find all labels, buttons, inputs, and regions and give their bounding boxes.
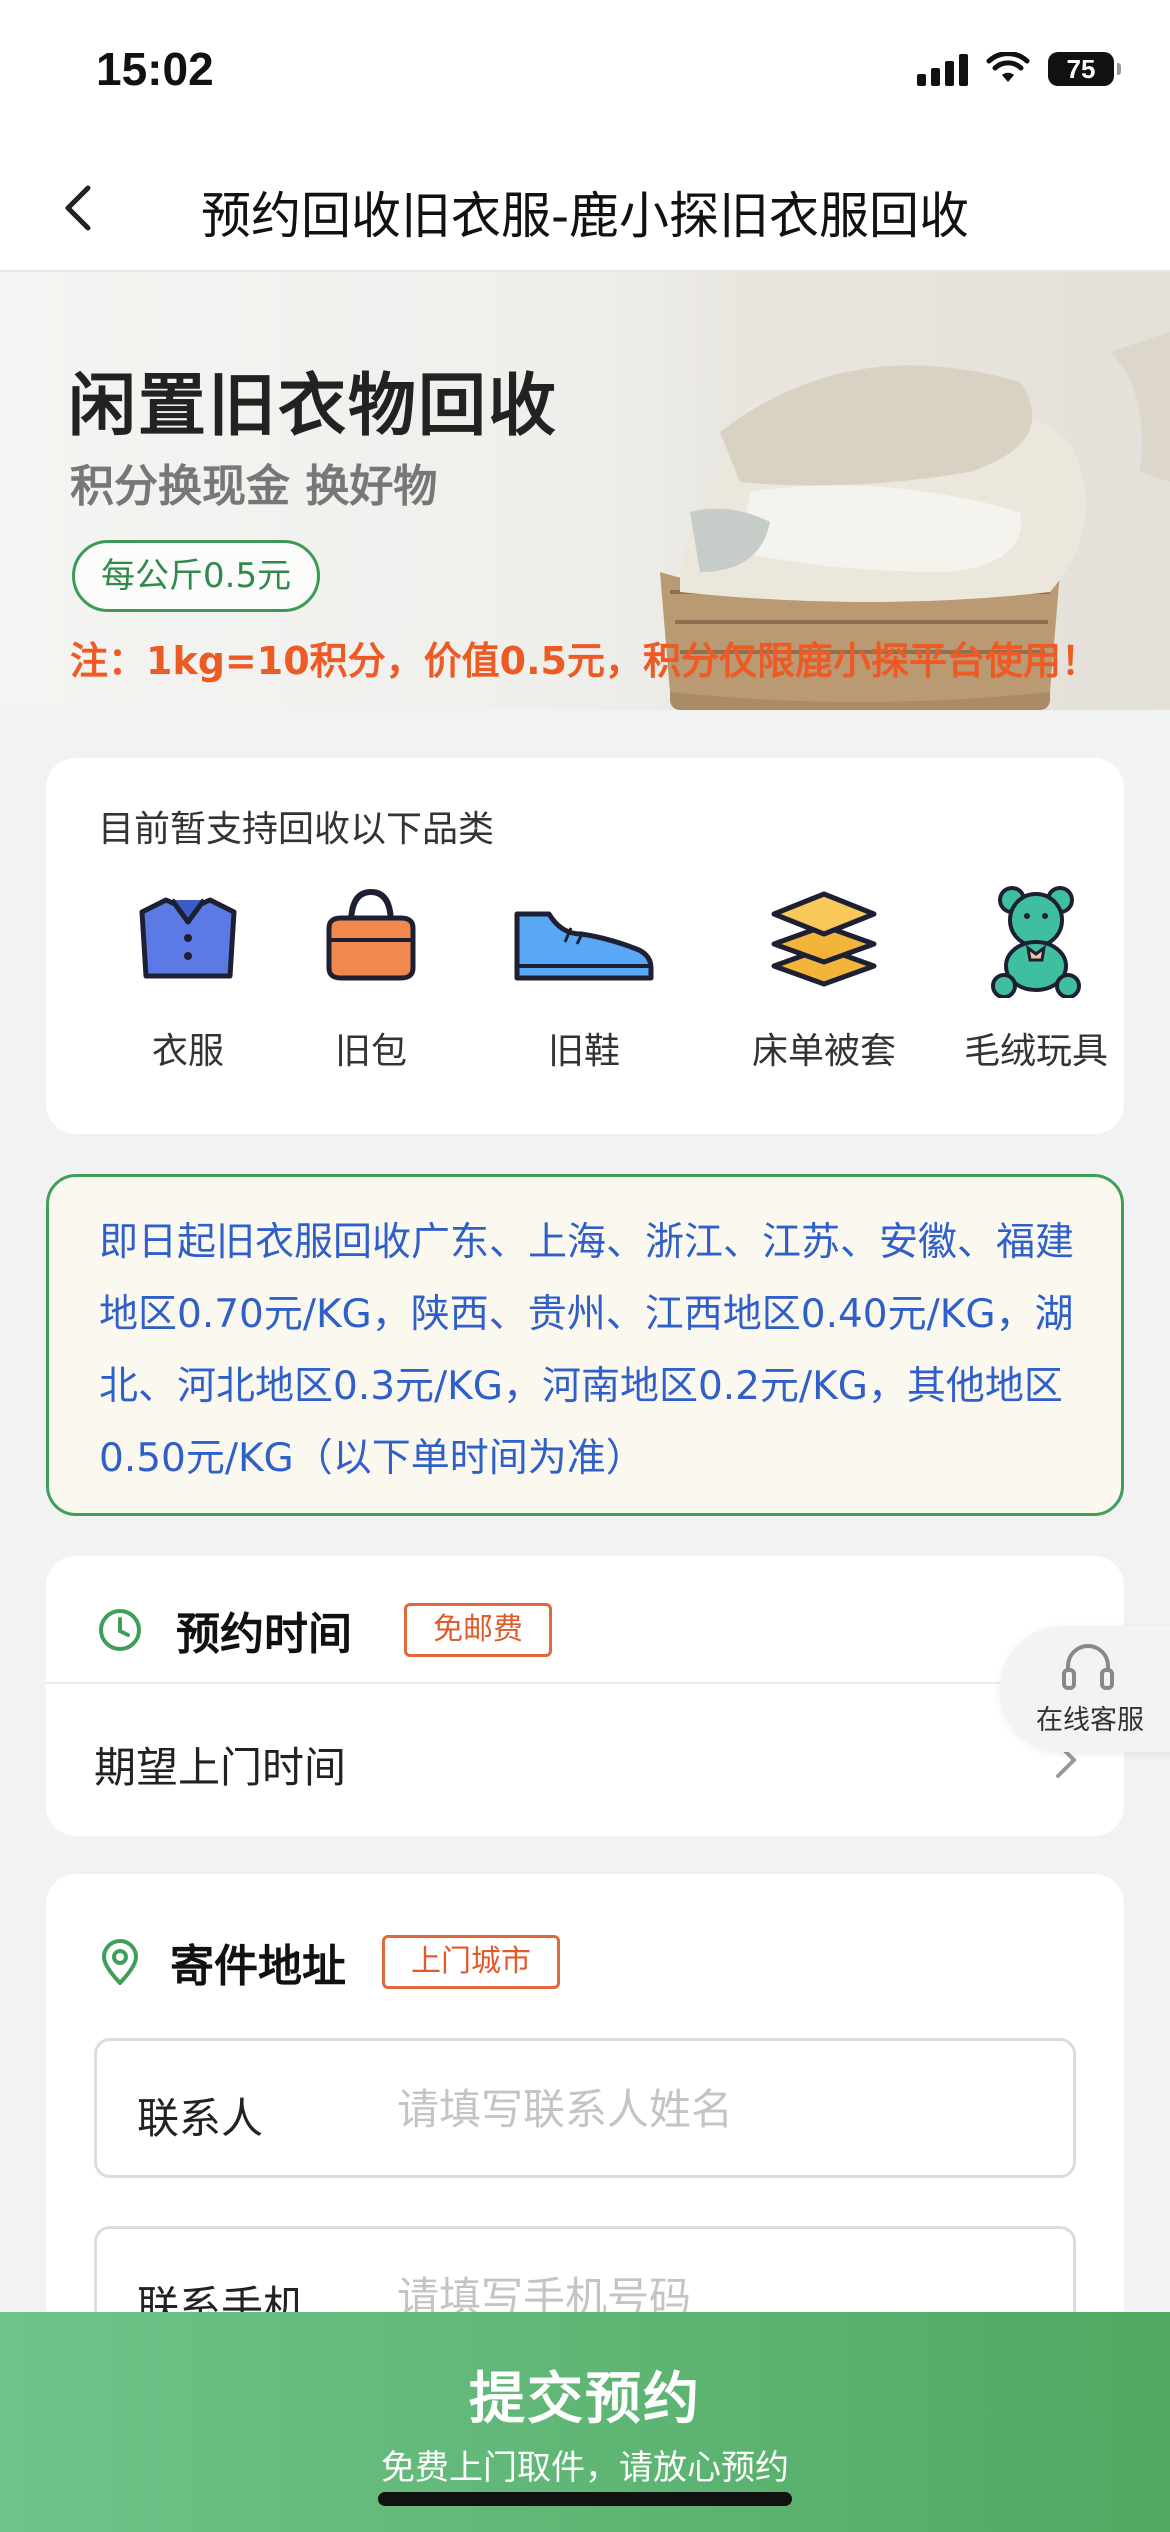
address-header: 寄件地址 上门城市	[96, 1930, 560, 1994]
banner-title: 闲置旧衣物回收	[68, 367, 559, 446]
status-icons: 75	[917, 52, 1121, 86]
promo-banner: 闲置旧衣物回收 积分换现金 换好物 每公斤0.5元 注：1kg=10积分，价值0…	[0, 272, 1170, 710]
submit-subtitle: 免费上门取件，请放心预约	[381, 2448, 789, 2488]
expected-time-row[interactable]: 期望上门时间	[94, 1682, 1084, 1832]
category-item-bag[interactable]: 旧包	[281, 878, 461, 1074]
contact-label: 联系人	[137, 2094, 264, 2143]
price-notice: 即日起旧衣服回收广东、上海、浙江、江苏、安徽、福建地区0.70元/KG，陕西、贵…	[46, 1174, 1124, 1516]
free-shipping-badge: 免邮费	[404, 1603, 552, 1657]
city-badge: 上门城市	[382, 1935, 560, 1989]
submit-title: 提交预约	[469, 2367, 701, 2432]
category-item-plush-toys[interactable]: 毛绒玩具	[946, 878, 1126, 1074]
category-label: 旧鞋	[547, 1031, 620, 1072]
expected-time-label: 期望上门时间	[94, 1743, 347, 1792]
contact-field: 联系人	[94, 2038, 1076, 2178]
address-title: 寄件地址	[170, 1941, 346, 1992]
status-bar: 15:02 75	[0, 0, 1170, 150]
banner-subtitle: 积分换现金 换好物	[70, 461, 438, 512]
category-item-clothes[interactable]: 衣服	[98, 878, 278, 1074]
notice-text: 即日起旧衣服回收广东、上海、浙江、江苏、安徽、福建地区0.70元/KG，陕西、贵…	[99, 1220, 1075, 1481]
category-label: 床单被套	[751, 1031, 896, 1072]
home-indicator	[378, 2492, 792, 2506]
category-label: 旧包	[334, 1031, 407, 1072]
online-service-button[interactable]: 在线客服	[1000, 1626, 1170, 1752]
category-item-shoes[interactable]: 旧鞋	[494, 878, 674, 1074]
teddy-bear-icon	[991, 886, 1081, 998]
shoe-icon	[514, 911, 654, 981]
battery-indicator: 75	[1048, 52, 1121, 86]
appointment-header: 预约时间 免邮费	[96, 1598, 552, 1662]
bedding-icon	[771, 891, 877, 987]
page-title: 预约回收旧衣服-鹿小探旧衣服回收	[200, 187, 970, 245]
banner-note: 注：1kg=10积分，价值0.5元，积分仅限鹿小探平台使用！	[70, 639, 1099, 683]
headset-icon	[1062, 1644, 1114, 1690]
category-label: 衣服	[151, 1031, 224, 1072]
appointment-card: 预约时间 免邮费 期望上门时间	[46, 1556, 1124, 1836]
contact-name-input[interactable]	[397, 2071, 1037, 2147]
appointment-title: 预约时间	[176, 1609, 352, 1660]
online-service-label: 在线客服	[1036, 1705, 1144, 1736]
signal-icon	[917, 52, 968, 86]
category-item-bedding[interactable]: 床单被套	[734, 878, 914, 1074]
wifi-icon	[986, 52, 1030, 82]
clock-icon	[99, 1609, 141, 1651]
status-time: 15:02	[96, 43, 214, 95]
handbag-icon	[326, 888, 416, 981]
navigation-bar: 预约回收旧衣服-鹿小探旧衣服回收	[0, 150, 1170, 272]
category-label: 毛绒玩具	[963, 1031, 1108, 1072]
location-pin-icon	[102, 1939, 138, 1985]
category-card: 目前暂支持回收以下品类 衣服 旧包 旧鞋 床单被套 毛绒玩具	[46, 758, 1124, 1134]
category-heading: 目前暂支持回收以下品类	[98, 809, 495, 850]
price-badge: 每公斤0.5元	[72, 540, 321, 612]
shirt-icon	[139, 897, 237, 979]
